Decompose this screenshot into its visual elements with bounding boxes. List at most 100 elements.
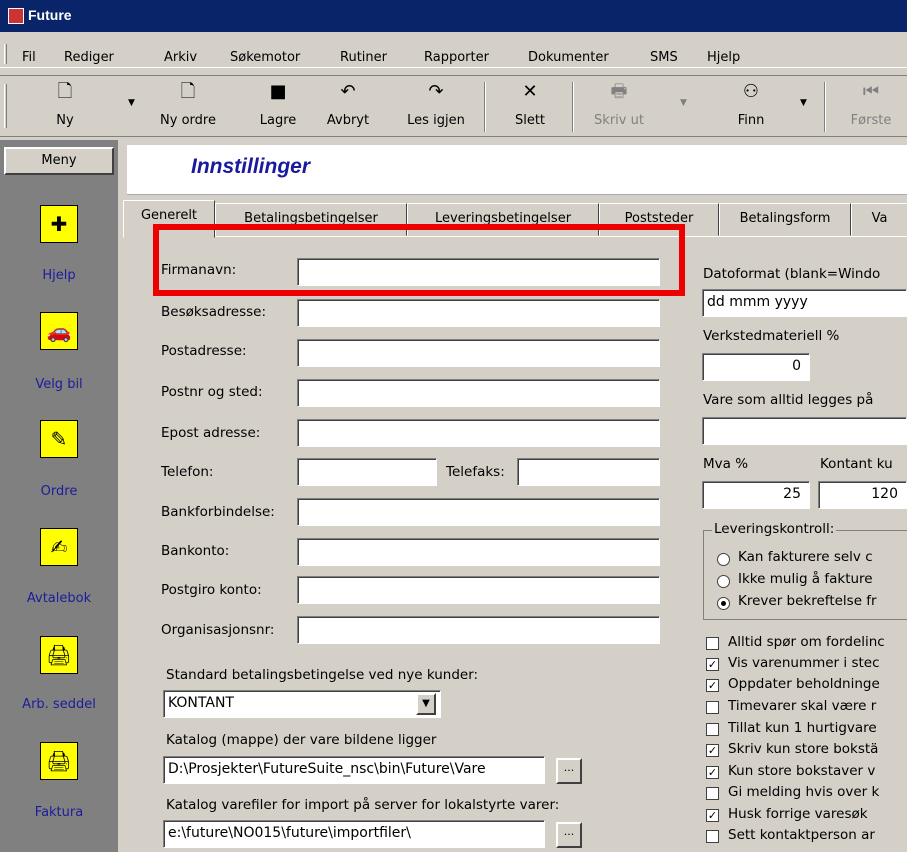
mva-field[interactable]: 25 (702, 481, 810, 509)
telefaks-label: Telefaks: (446, 464, 505, 480)
sidebar-item-hjelp[interactable]: Hjelp (0, 268, 118, 283)
check-husk-varesok[interactable]: ✓ (706, 809, 719, 822)
telefon-field[interactable] (297, 458, 437, 486)
undo-icon: ↶ (340, 81, 356, 102)
check-skriv-store[interactable]: ✓ (706, 744, 719, 757)
bankonto-field[interactable] (297, 538, 660, 566)
browse-bilder-button[interactable]: ... (556, 758, 582, 784)
check-kun-store[interactable]: ✓ (706, 766, 719, 779)
window-title: Future (28, 7, 72, 23)
new-document-icon: 🗋 (180, 81, 196, 102)
first-button[interactable]: ⏮ Første (836, 76, 906, 136)
find-button[interactable]: ⚇ Finn (716, 76, 786, 136)
epost-field[interactable] (297, 419, 660, 447)
menu-sms[interactable]: SMS (650, 50, 678, 65)
order-pencil-icon[interactable]: ✎ (40, 420, 78, 458)
sidebar-item-faktura[interactable]: Faktura (0, 805, 118, 820)
datoformat-field[interactable]: dd mmm yyyy (702, 289, 907, 317)
mva-value: 25 (783, 486, 801, 502)
check-gi-melding-label: Gi melding hvis over k (728, 784, 880, 800)
postgiro-field[interactable] (297, 576, 660, 604)
reload-button[interactable]: ↷ Les igjen (396, 76, 476, 136)
sidebar-item-arb-seddel[interactable]: Arb. seddel (0, 697, 118, 712)
std-betaling-label: Standard betalingsbetingelse ved nye kun… (166, 667, 479, 683)
postadresse-field[interactable] (297, 339, 660, 367)
menu-arkiv[interactable]: Arkiv (164, 50, 197, 65)
new-button[interactable]: 🗋 Ny (40, 76, 90, 136)
sidebar-item-avtalebok[interactable]: Avtalebok (0, 591, 118, 606)
bankforbindelse-field[interactable] (297, 498, 660, 526)
tab-betalingsform[interactable]: Betalingsform (719, 203, 851, 236)
check-gi-melding[interactable] (706, 787, 719, 800)
radio-krever-bekreftelse-label: Krever bekreftelse fr (738, 593, 877, 609)
cancel-button[interactable]: ↶ Avbryt (318, 76, 378, 136)
katalog-bilder-field[interactable]: D:\Prosjekter\FutureSuite_nsc\bin\Future… (163, 756, 545, 784)
check-timevarer[interactable] (706, 701, 719, 714)
postnr-sted-field[interactable] (297, 379, 660, 407)
find-dropdown-icon[interactable]: ▼ (800, 98, 807, 108)
chevron-down-icon[interactable]: ▼ (416, 693, 436, 715)
katalog-bilder-value: D:\Prosjekter\FutureSuite_nsc\bin\Future… (168, 761, 486, 777)
radio-ikke-mulig[interactable] (717, 575, 730, 588)
verksted-label: Verkstedmateriell % (703, 328, 840, 344)
tab-va[interactable]: Va (851, 203, 907, 236)
besoksadresse-label: Besøksadresse: (161, 304, 267, 320)
appointment-book-icon[interactable]: ✍ (40, 528, 78, 566)
print-dropdown-icon[interactable]: ▼ (680, 98, 687, 108)
epost-label: Epost adresse: (161, 425, 261, 441)
check-kun-store-label: Kun store bokstaver v (728, 763, 876, 779)
new-dropdown-icon[interactable]: ▼ (128, 98, 135, 108)
kontant-field[interactable]: 120 (818, 481, 907, 509)
verksted-field[interactable]: 0 (702, 353, 810, 381)
toolbar-separator (484, 82, 486, 132)
telefaks-field[interactable] (517, 458, 660, 486)
radio-ikke-mulig-label: Ikke mulig å fakture (738, 571, 873, 587)
binoculars-icon: ⚇ (742, 81, 760, 102)
kontant-value: 120 (871, 486, 898, 502)
menu-sokemotor[interactable]: Søkemotor (230, 50, 300, 65)
postadresse-label: Postadresse: (161, 343, 247, 359)
radio-krever-bekreftelse[interactable] (717, 597, 730, 610)
menu-rapporter[interactable]: Rapporter (424, 50, 489, 65)
help-plus-icon[interactable]: ✚ (40, 205, 78, 243)
check-alltid-spor[interactable] (706, 637, 719, 650)
std-betaling-select[interactable]: KONTANT (163, 690, 441, 718)
radio-kan-fakturere[interactable] (717, 553, 730, 566)
check-sett-kontaktperson[interactable] (706, 830, 719, 843)
car-icon[interactable]: 🚗 (40, 312, 78, 350)
page-title: Innstillinger (191, 155, 311, 178)
radio-kan-fakturere-label: Kan fakturere selv c (738, 549, 873, 565)
check-oppdater-beholdning[interactable]: ✓ (706, 679, 719, 692)
check-tillat-hurtigvare[interactable] (706, 723, 719, 736)
orgnr-field[interactable] (297, 616, 660, 644)
datoformat-value: dd mmm yyyy (707, 294, 808, 310)
datoformat-label: Datoformat (blank=Windo (703, 266, 881, 282)
besoksadresse-field[interactable] (297, 299, 660, 327)
katalog-import-field[interactable]: e:\future\NO015\future\importfiler\ (163, 820, 545, 848)
menu-button[interactable]: Meny (4, 147, 114, 175)
delete-button[interactable]: ✕ Slett (500, 76, 560, 136)
save-button[interactable]: ■ Lagre (250, 76, 306, 136)
menu-dokumenter[interactable]: Dokumenter (528, 50, 609, 65)
menu-fil[interactable]: Fil (22, 50, 36, 65)
browse-import-button[interactable]: ... (556, 822, 582, 848)
sidebar-item-velg-bil[interactable]: Velg bil (0, 377, 118, 392)
mva-label: Mva % (703, 456, 749, 472)
check-sett-kontaktperson-label: Sett kontaktperson ar (728, 827, 875, 843)
page-header: Innstillinger (127, 145, 907, 195)
bankonto-label: Bankonto: (161, 543, 230, 559)
bankforbindelse-label: Bankforbindelse: (161, 504, 275, 520)
menu-rutiner[interactable]: Rutiner (340, 50, 387, 65)
vare-label: Vare som alltid legges på (703, 392, 874, 408)
vare-field[interactable] (702, 417, 907, 445)
menu-rediger[interactable]: Rediger (64, 50, 114, 65)
katalog-import-label: Katalog varefiler for import på server f… (166, 797, 560, 813)
sidebar-item-ordre[interactable]: Ordre (0, 484, 118, 499)
print-button[interactable]: 🖶 Skriv ut (584, 76, 654, 136)
invoice-printer-icon[interactable]: 🖨 (40, 742, 78, 780)
check-vis-varenummer[interactable]: ✓ (706, 658, 719, 671)
new-order-button[interactable]: 🗋 Ny ordre (148, 76, 228, 136)
menu-hjelp[interactable]: Hjelp (707, 50, 740, 65)
work-order-printer-icon[interactable]: 🖨 (40, 636, 78, 674)
katalog-bilder-label: Katalog (mappe) der vare bildene ligger (166, 732, 437, 748)
